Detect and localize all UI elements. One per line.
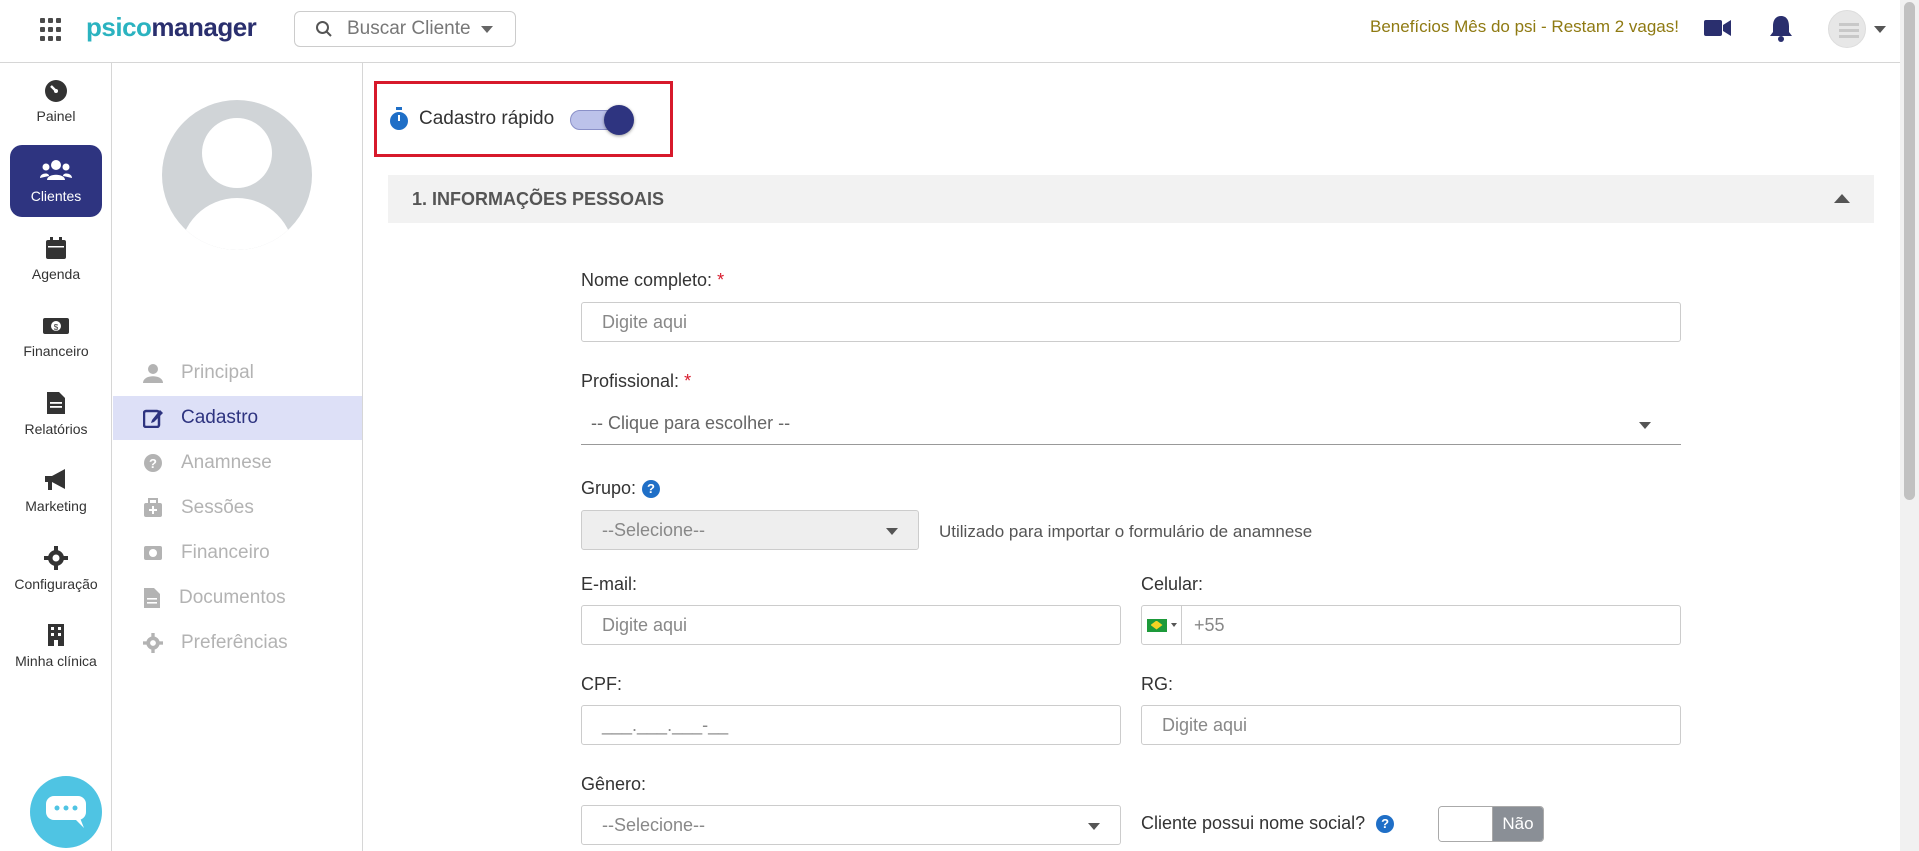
search-icon (316, 21, 332, 37)
main-content: Cadastro rápido 1. INFORMAÇÕES PESSOAIS … (364, 63, 1900, 851)
full-name-input[interactable]: Digite aqui (581, 302, 1681, 342)
money-icon: $ (43, 318, 69, 334)
gender-select[interactable]: --Selecione-- (581, 805, 1121, 845)
gender-label: Gênero: (581, 774, 647, 794)
users-icon (40, 160, 72, 180)
quick-register-box: Cadastro rápido (374, 81, 673, 157)
rg-label: RG: (1141, 674, 1174, 694)
chat-button[interactable] (30, 776, 102, 848)
quick-register-toggle[interactable] (570, 105, 635, 135)
phone-label: Celular: (1141, 574, 1204, 594)
subnav-item-principal[interactable]: Principal (113, 351, 362, 395)
help-icon[interactable]: ? (642, 480, 661, 499)
subnav-item-preferencias[interactable]: Preferências (113, 621, 362, 665)
client-subnav: Principal Cadastro ? Anamnese Sessões Fi… (113, 63, 363, 851)
building-icon (48, 624, 64, 646)
help-icon[interactable]: ? (1376, 815, 1395, 834)
svg-text:$: $ (54, 323, 59, 332)
chevron-up-icon[interactable] (1834, 194, 1850, 203)
nav-item-financeiro[interactable]: $ Financeiro (10, 301, 102, 373)
document-icon (144, 588, 160, 608)
chevron-down-icon (886, 528, 898, 535)
full-name-label: Nome completo: * (581, 270, 725, 290)
page-scrollbar[interactable] (1900, 0, 1919, 851)
report-icon (47, 392, 65, 414)
nav-item-relatorios[interactable]: Relatórios (10, 378, 102, 450)
subnav-item-anamnese[interactable]: ? Anamnese (113, 441, 362, 485)
notification-bell-icon[interactable] (1769, 14, 1793, 47)
quick-register-label: Cadastro rápido (419, 108, 555, 129)
subnav-item-cadastro[interactable]: Cadastro (113, 396, 362, 440)
chat-icon (46, 796, 86, 828)
search-placeholder: Buscar Cliente (347, 18, 471, 39)
subnav-item-financeiro[interactable]: Financeiro (113, 531, 362, 575)
professional-select[interactable]: -- Clique para escolher -- (581, 403, 1681, 445)
phone-input[interactable]: +55 (1141, 605, 1681, 645)
video-camera-icon[interactable] (1703, 17, 1733, 44)
nav-item-marketing[interactable]: Marketing (10, 455, 102, 527)
cpf-label: CPF: (581, 674, 623, 694)
chevron-down-icon (1170, 623, 1177, 627)
nav-item-configuracao[interactable]: Configuração (10, 533, 102, 605)
medkit-icon (144, 498, 162, 517)
user-avatar[interactable] (1828, 10, 1866, 48)
question-icon: ? (144, 454, 162, 472)
cpf-input[interactable]: ___.___.___-__ (581, 705, 1121, 745)
group-label: Grupo:? (581, 478, 661, 499)
promo-link[interactable]: Benefícios Mês do psi - Restam 2 vagas! (1370, 17, 1679, 37)
edit-icon (143, 409, 163, 428)
money-icon (144, 546, 162, 560)
section-personal-info[interactable]: 1. INFORMAÇÕES PESSOAIS (388, 175, 1874, 223)
group-hint: Utilizado para importar o formulário de … (939, 522, 1313, 541)
nav-item-agenda[interactable]: Agenda (10, 223, 102, 295)
app-logo[interactable]: psicomanager (86, 12, 257, 43)
client-search[interactable]: Buscar Cliente (294, 11, 516, 47)
user-icon (143, 364, 163, 383)
chevron-down-icon[interactable] (1874, 26, 1886, 33)
social-name-label: Cliente possui nome social? ? (1141, 813, 1395, 834)
chevron-down-icon (1639, 422, 1651, 429)
svg-text:?: ? (149, 456, 157, 471)
rg-input[interactable]: Digite aqui (1141, 705, 1681, 745)
email-label: E-mail: (581, 574, 638, 594)
brazil-flag-icon (1146, 618, 1167, 632)
main-nav: Painel Clientes Agenda $ Financeiro Rela… (0, 63, 112, 851)
megaphone-icon (45, 469, 65, 490)
stopwatch-icon (390, 107, 408, 130)
top-bar: psicomanager Buscar Cliente Benefícios M… (0, 0, 1900, 63)
professional-label: Profissional: * (581, 371, 692, 391)
calendar-icon (46, 237, 66, 259)
subnav-item-sessoes[interactable]: Sessões (113, 486, 362, 530)
gear-icon (143, 633, 163, 653)
gauge-icon (45, 80, 67, 102)
apps-grid-icon[interactable] (40, 18, 64, 42)
gear-icon (44, 546, 68, 570)
client-avatar[interactable] (162, 100, 312, 250)
social-name-toggle[interactable]: Não (1438, 806, 1544, 842)
nav-item-clientes[interactable]: Clientes (10, 145, 102, 217)
country-selector[interactable] (1142, 606, 1182, 644)
nav-item-minha-clinica[interactable]: Minha clínica (10, 610, 102, 682)
subnav-item-documentos[interactable]: Documentos (113, 576, 362, 620)
nav-item-painel[interactable]: Painel (10, 65, 102, 137)
group-select[interactable]: --Selecione-- (581, 510, 919, 550)
email-input[interactable]: Digite aqui (581, 605, 1121, 645)
chevron-down-icon (1088, 823, 1100, 830)
chevron-down-icon (480, 25, 493, 33)
